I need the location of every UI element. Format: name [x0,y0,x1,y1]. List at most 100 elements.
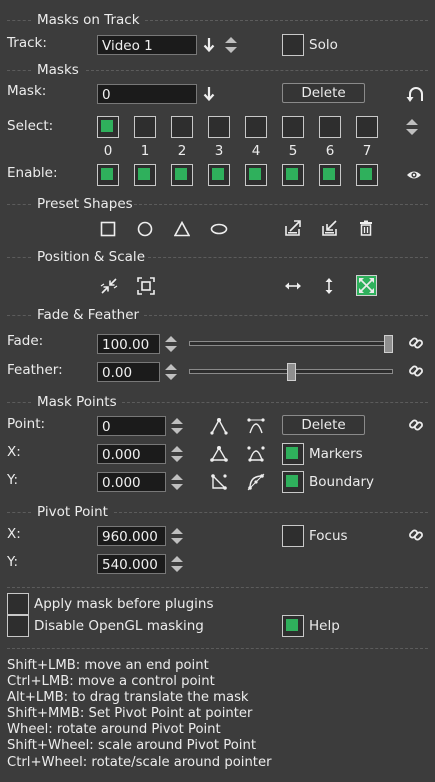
up-down-spinner-icon[interactable] [223,35,239,55]
trash-icon[interactable] [357,218,375,238]
pivot-y-label: Y: [7,554,19,570]
fade-spinner-icon[interactable] [164,334,178,354]
mask-field[interactable]: 0 [97,84,197,104]
pivot-x-spinner-icon[interactable] [170,526,184,546]
mask-enable-checkbox-7[interactable] [356,164,378,186]
point-y-field[interactable]: 0.000 [97,472,166,492]
mask-select-checkbox-5[interactable] [282,116,304,138]
export-shape-icon[interactable] [283,218,303,238]
link-icon[interactable] [407,416,425,434]
mask-label: Mask: [7,83,47,99]
triangle-shape-icon[interactable] [173,220,191,238]
feather-slider[interactable] [189,363,393,381]
up-down-spinner-icon[interactable] [405,117,419,137]
mask-select-checkbox-3[interactable] [208,116,230,138]
point-spinner-icon[interactable] [170,416,184,436]
section-title-pivot-point: Pivot Point [37,504,108,520]
pivot-x-field[interactable]: 960.000 [97,526,166,546]
help-label: Help [309,618,340,634]
oval-shape-icon[interactable] [209,220,229,238]
mask-number-label: 4 [251,143,261,159]
link-icon[interactable] [407,362,425,380]
mask-enable-checkbox-6[interactable] [319,164,341,186]
mask-enable-checkbox-2[interactable] [171,164,193,186]
pivot-y-spinner-icon[interactable] [170,554,184,574]
triangle-points-icon[interactable] [209,444,229,464]
mask-enable-checkbox-1[interactable] [134,164,156,186]
mask-enable-checkbox-0[interactable] [97,164,119,186]
help-text: Shift+LMB: move an end point Ctrl+LMB: m… [7,658,272,771]
point-x-spinner-icon[interactable] [170,444,184,464]
mask-select-checkbox-4[interactable] [245,116,267,138]
mask-select-checkbox-6[interactable] [319,116,341,138]
mask-select-checkbox-2[interactable] [171,116,193,138]
disable-opengl-masking-checkbox[interactable] [7,615,29,637]
point-x-label: X: [7,444,21,460]
fade-slider-handle[interactable] [384,335,393,353]
circle-shape-icon[interactable] [136,220,154,238]
track-field[interactable]: Video 1 [97,35,197,55]
markers-label: Markers [309,446,363,462]
curve-handles-icon[interactable] [246,416,266,436]
select-label: Select: [7,118,54,134]
mask-enable-checkbox-4[interactable] [245,164,267,186]
delete-point-button[interactable]: Delete [282,415,365,435]
arrow-down-icon[interactable] [201,36,217,54]
feather-spinner-icon[interactable] [164,362,178,382]
section-title-masks: Masks [37,62,79,78]
disable-opengl-masking-label: Disable OpenGL masking [34,618,204,634]
horizontal-arrows-icon[interactable] [283,276,303,296]
apply-mask-before-plugins-label: Apply mask before plugins [34,596,214,612]
help-line: Ctrl+LMB: move a control point [7,674,215,690]
point-handles-icon[interactable] [209,416,229,436]
undo-icon[interactable] [405,84,427,106]
mask-enable-checkbox-3[interactable] [208,164,230,186]
mask-select-checkbox-1[interactable] [134,116,156,138]
mask-number-label: 7 [362,143,372,159]
help-line: Ctrl+Wheel: rotate/scale around pointer [7,754,272,770]
link-icon[interactable] [407,526,425,544]
arrow-down-icon[interactable] [201,85,217,103]
pivot-y-field[interactable]: 540.000 [97,554,166,574]
smooth-points-icon[interactable] [246,472,266,492]
feather-field[interactable]: 0.00 [97,362,160,382]
apply-mask-before-plugins-checkbox[interactable] [7,593,29,615]
feather-slider-handle[interactable] [287,363,296,381]
point-y-label: Y: [7,472,19,488]
solo-label: Solo [309,37,338,53]
square-shape-icon[interactable] [99,220,117,238]
link-icon[interactable] [407,334,425,352]
vertical-arrows-icon[interactable] [320,276,338,296]
point-label: Point: [7,416,46,432]
curve-shape-icon[interactable] [246,444,266,464]
solo-checkbox[interactable] [282,34,304,56]
section-title-mask-points: Mask Points [37,394,117,410]
scale-all-directions-icon[interactable] [356,275,377,296]
point-y-spinner-icon[interactable] [170,472,184,492]
mask-number-label: 3 [214,143,224,159]
focus-checkbox[interactable] [282,525,304,547]
import-shape-icon[interactable] [320,218,340,238]
fade-label: Fade: [7,333,44,349]
markers-checkbox[interactable] [282,443,304,465]
mask-number-label: 1 [140,143,150,159]
delete-mask-button[interactable]: Delete [282,83,365,103]
shrink-center-icon[interactable] [99,276,119,296]
fit-to-frame-icon[interactable] [136,276,156,296]
section-title-fade-feather: Fade & Feather [37,307,140,323]
section-title-position-scale: Position & Scale [37,249,145,265]
mask-enable-checkbox-5[interactable] [282,164,304,186]
mask-select-checkbox-0[interactable] [97,116,119,138]
mask-select-checkbox-7[interactable] [356,116,378,138]
fade-field[interactable]: 100.00 [97,334,160,354]
point-x-field[interactable]: 0.000 [97,444,166,464]
boundary-label: Boundary [309,474,375,490]
pivot-x-label: X: [7,526,21,542]
fade-slider[interactable] [189,335,393,353]
corner-points-icon[interactable] [209,472,229,492]
boundary-checkbox[interactable] [282,471,304,493]
eye-icon[interactable] [405,167,423,183]
focus-label: Focus [309,528,348,544]
point-field[interactable]: 0 [97,416,166,436]
help-checkbox[interactable] [282,615,304,637]
